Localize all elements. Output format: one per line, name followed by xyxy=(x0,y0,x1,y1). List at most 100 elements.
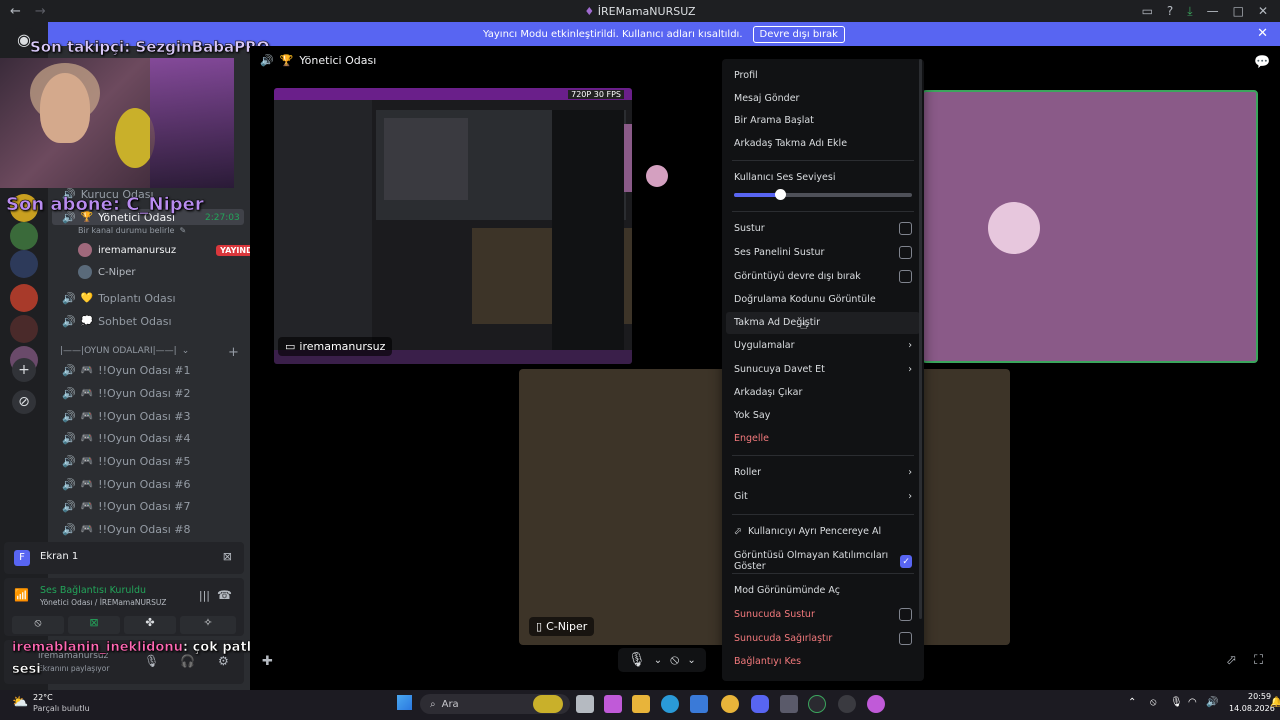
menu-item-friend-nickname[interactable]: Arkadaş Takma Adı Ekle xyxy=(734,138,912,149)
weather-desc[interactable]: Parçalı bulutlu xyxy=(33,704,90,713)
disable-streamer-mode-button[interactable]: Devre dışı bırak xyxy=(752,25,845,43)
voice-user[interactable]: C-Niper xyxy=(78,265,135,279)
menu-scrollbar[interactable] xyxy=(919,59,922,619)
participant-tile[interactable] xyxy=(922,90,1258,363)
server-icon[interactable] xyxy=(10,284,38,312)
screen-share-panel[interactable]: F Ekran 1 ⊠ xyxy=(4,542,244,574)
voice-user[interactable]: iremamanursuz YAYINDA xyxy=(78,243,263,257)
menu-item-popout[interactable]: ⬀ Kullanıcıyı Ayrı Pencereye Al xyxy=(734,526,912,537)
notification-icon[interactable]: 🔔 xyxy=(1270,697,1280,708)
wifi-icon[interactable]: ◠ xyxy=(1188,697,1197,708)
checkbox[interactable] xyxy=(899,632,912,645)
menu-item-change-nickname[interactable]: Takma Ad Değiştir xyxy=(734,317,912,328)
menu-item-disconnect[interactable]: Bağlantıyı Kes xyxy=(734,656,912,667)
voice-status[interactable]: Ses Bağlantısı Kuruldu xyxy=(40,585,146,596)
checkbox[interactable] xyxy=(899,246,912,259)
clock-time[interactable]: 20:59 xyxy=(1248,692,1271,701)
server-icon[interactable] xyxy=(10,315,38,343)
app-icon[interactable] xyxy=(808,695,826,713)
channel-status[interactable]: Bir kanal durumu belirle ✎ xyxy=(78,226,186,235)
close-icon[interactable]: ✕ xyxy=(1258,4,1268,18)
app-icon[interactable] xyxy=(867,695,885,713)
channel-item[interactable]: 🔊 💭 Sohbet Odası xyxy=(62,315,172,328)
menu-item-go[interactable]: Git › xyxy=(734,491,912,502)
chat-icon[interactable]: 💬 xyxy=(1254,55,1270,70)
disconnect-icon[interactable]: ☎ xyxy=(217,588,232,602)
channel-item[interactable]: 🔊 🎮 !!Oyun Odası #6 xyxy=(62,478,190,491)
menu-item-mute[interactable]: Sustur xyxy=(734,222,912,235)
stop-stream-icon[interactable]: ⊠ xyxy=(223,550,232,563)
channel-item[interactable]: 🔊 🎮 !!Oyun Odası #2 xyxy=(62,387,190,400)
channel-item[interactable]: 🔊 💛 Toplantı Odası xyxy=(62,292,176,305)
menu-item-server-mute[interactable]: Sunucuda Sustur xyxy=(734,608,912,621)
mic-icon[interactable]: 🎙 xyxy=(144,654,159,668)
headphone-icon[interactable]: 🎧 xyxy=(180,654,195,668)
server-icon[interactable] xyxy=(10,222,38,250)
banner-close-icon[interactable]: ✕ xyxy=(1257,26,1268,41)
menu-item-block[interactable]: Engelle xyxy=(734,433,912,444)
menu-item-remove-friend[interactable]: Arkadaşı Çıkar xyxy=(734,387,912,398)
checkbox[interactable] xyxy=(899,608,912,621)
mic-icon[interactable]: 🎙 xyxy=(628,652,646,668)
chrome-icon[interactable] xyxy=(721,695,739,713)
menu-item-server-deafen[interactable]: Sunucuda Sağırlaştır xyxy=(734,632,912,645)
volume-icon[interactable]: 🔊 xyxy=(1206,697,1218,708)
weather-temp[interactable]: 22°C xyxy=(33,693,53,702)
settings-icon[interactable]: ⚙ xyxy=(218,654,229,668)
signal-icon[interactable]: 📶 xyxy=(14,588,29,602)
category-header[interactable]: |——|OYUN ODALARI|——| ⌄ xyxy=(60,346,189,356)
checkbox[interactable] xyxy=(899,270,912,283)
forward-icon[interactable]: → xyxy=(35,4,46,19)
screen-share-tile[interactable]: 720P 30 FPS xyxy=(274,88,632,364)
menu-item-verify-code[interactable]: Doğrulama Kodunu Görüntüle xyxy=(734,294,912,305)
server-icon[interactable] xyxy=(10,250,38,278)
channel-item[interactable]: 🔊 🎮 !!Oyun Odası #5 xyxy=(62,455,190,468)
add-people-icon[interactable]: ✚ xyxy=(262,654,273,669)
inbox-icon[interactable]: ▭ xyxy=(1142,4,1153,18)
activity-icon[interactable]: ✤ xyxy=(124,616,176,634)
explore-icon[interactable]: ⊘ xyxy=(12,390,36,414)
menu-item-mute-soundboard[interactable]: Ses Panelini Sustur xyxy=(734,246,912,259)
channel-item[interactable]: 🔊 🎮 !!Oyun Odası #1 xyxy=(62,364,190,377)
file-explorer-icon[interactable] xyxy=(632,695,650,713)
menu-item-roles[interactable]: Roller › xyxy=(734,467,912,478)
checkbox-checked[interactable]: ✓ xyxy=(900,554,912,568)
chevron-down-icon[interactable]: ⌄ xyxy=(654,655,662,666)
channel-item[interactable]: 🔊 🎮 !!Oyun Odası #7 xyxy=(62,500,190,513)
channel-item[interactable]: 🔊 🎮 !!Oyun Odası #8 xyxy=(62,523,190,536)
search-highlight-icon[interactable] xyxy=(533,695,563,713)
camera-off-icon[interactable]: ⦸ xyxy=(670,652,679,668)
menu-item-disable-video[interactable]: Görüntüyü devre dışı bırak xyxy=(734,270,912,283)
checkbox[interactable] xyxy=(899,222,912,235)
add-server-icon[interactable]: + xyxy=(12,358,36,382)
task-view-icon[interactable] xyxy=(576,695,594,713)
screen-share-icon[interactable]: ⊠ xyxy=(68,616,120,634)
menu-item-call[interactable]: Bir Arama Başlat xyxy=(734,115,912,126)
weather-icon[interactable]: ⛅ xyxy=(12,695,28,710)
voice-location[interactable]: Yönetici Odası / İREMamaNURSUZ xyxy=(40,598,166,607)
add-channel-icon[interactable]: + xyxy=(228,345,239,360)
obs-icon[interactable] xyxy=(838,695,856,713)
minimize-icon[interactable]: — xyxy=(1207,4,1219,18)
chevron-down-icon[interactable]: ⌄ xyxy=(687,655,695,666)
chevron-up-icon[interactable]: ⌃ xyxy=(1128,697,1136,708)
clock-date[interactable]: 14.08.2026 xyxy=(1229,704,1275,713)
mic-tray-icon[interactable]: 🎙 xyxy=(1170,697,1183,708)
channel-item[interactable]: 🔊 🎮 !!Oyun Odası #3 xyxy=(62,410,190,423)
back-icon[interactable]: ← xyxy=(10,4,21,19)
volume-knob[interactable] xyxy=(775,189,787,200)
network-icon[interactable]: ⦸ xyxy=(1150,697,1157,708)
channel-item[interactable]: 🔊 🎮 !!Oyun Odası #4 xyxy=(62,432,190,445)
fullscreen-icon[interactable]: ⛶ xyxy=(1254,653,1263,668)
menu-item-mod-view[interactable]: Mod Görünümünde Aç xyxy=(734,585,912,596)
noise-icon[interactable]: ||| xyxy=(199,589,210,602)
camera-off-icon[interactable]: ⦸ xyxy=(12,616,64,634)
app-icon[interactable] xyxy=(780,695,798,713)
menu-item-ignore[interactable]: Yok Say xyxy=(734,410,912,421)
popout-icon[interactable]: ⬀ xyxy=(1226,653,1237,668)
menu-item-apps[interactable]: Uygulamalar › xyxy=(734,340,912,351)
volume-slider[interactable] xyxy=(734,189,912,200)
menu-item-profile[interactable]: Profil xyxy=(734,70,912,81)
menu-item-show-non-video[interactable]: Görüntüsü Olmayan Katılımcıları Göster ✓ xyxy=(734,550,912,572)
menu-item-invite[interactable]: Sunucuya Davet Et › xyxy=(734,364,912,375)
